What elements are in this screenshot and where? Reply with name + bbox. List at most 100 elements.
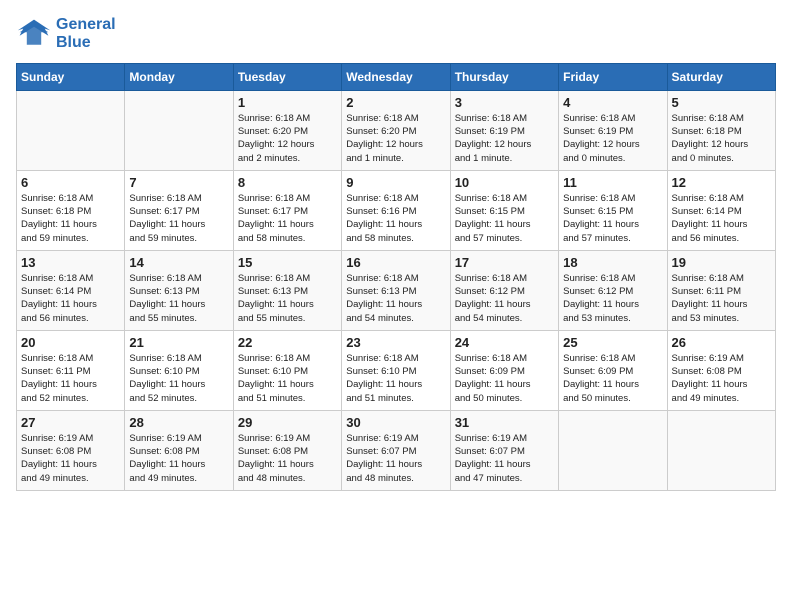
- calendar-cell: 31 Sunrise: 6:19 AM Sunset: 6:07 PM Dayli…: [450, 410, 558, 490]
- calendar-cell: [667, 410, 775, 490]
- calendar-cell: 8 Sunrise: 6:18 AM Sunset: 6:17 PM Daylig…: [233, 170, 341, 250]
- day-info: Sunrise: 6:18 AM Sunset: 6:14 PM Dayligh…: [672, 192, 771, 245]
- day-number: 31: [455, 415, 554, 430]
- calendar-cell: 21 Sunrise: 6:18 AM Sunset: 6:10 PM Dayli…: [125, 330, 233, 410]
- calendar-week-4: 20 Sunrise: 6:18 AM Sunset: 6:11 PM Dayli…: [17, 330, 776, 410]
- day-info: Sunrise: 6:18 AM Sunset: 6:18 PM Dayligh…: [672, 112, 771, 165]
- weekday-header-tuesday: Tuesday: [233, 63, 341, 90]
- day-number: 1: [238, 95, 337, 110]
- weekday-header-saturday: Saturday: [667, 63, 775, 90]
- calendar-cell: [559, 410, 667, 490]
- day-info: Sunrise: 6:19 AM Sunset: 6:08 PM Dayligh…: [129, 432, 228, 485]
- day-info: Sunrise: 6:18 AM Sunset: 6:17 PM Dayligh…: [238, 192, 337, 245]
- calendar-cell: 24Sunrise: 6:18 AM Sunset: 6:09 PM Dayli…: [450, 330, 558, 410]
- weekday-header-monday: Monday: [125, 63, 233, 90]
- calendar-cell: 15 Sunrise: 6:18 AM Sunset: 6:13 PM Dayli…: [233, 250, 341, 330]
- day-info: Sunrise: 6:18 AM Sunset: 6:13 PM Dayligh…: [238, 272, 337, 325]
- day-number: 9: [346, 175, 445, 190]
- day-info: Sunrise: 6:18 AM Sunset: 6:10 PM Dayligh…: [238, 352, 337, 405]
- calendar-cell: [125, 90, 233, 170]
- day-number: 15: [238, 255, 337, 270]
- calendar-cell: 4 Sunrise: 6:18 AM Sunset: 6:19 PM Daylig…: [559, 90, 667, 170]
- day-number: 21: [129, 335, 228, 350]
- day-info: Sunrise: 6:18 AM Sunset: 6:11 PM Dayligh…: [21, 352, 120, 405]
- day-number: 8: [238, 175, 337, 190]
- calendar-cell: 6Sunrise: 6:18 AM Sunset: 6:18 PM Daylig…: [17, 170, 125, 250]
- day-info: Sunrise: 6:19 AM Sunset: 6:08 PM Dayligh…: [238, 432, 337, 485]
- day-number: 3: [455, 95, 554, 110]
- calendar-cell: 16 Sunrise: 6:18 AM Sunset: 6:13 PM Dayli…: [342, 250, 450, 330]
- day-info: Sunrise: 6:18 AM Sunset: 6:12 PM Dayligh…: [455, 272, 554, 325]
- calendar-cell: 13 Sunrise: 6:18 AM Sunset: 6:14 PM Dayli…: [17, 250, 125, 330]
- day-info: Sunrise: 6:18 AM Sunset: 6:15 PM Dayligh…: [455, 192, 554, 245]
- weekday-header-friday: Friday: [559, 63, 667, 90]
- calendar-cell: 10 Sunrise: 6:18 AM Sunset: 6:15 PM Dayli…: [450, 170, 558, 250]
- calendar-cell: 12 Sunrise: 6:18 AM Sunset: 6:14 PM Dayli…: [667, 170, 775, 250]
- calendar-cell: 11 Sunrise: 6:18 AM Sunset: 6:15 PM Dayli…: [559, 170, 667, 250]
- day-number: 23: [346, 335, 445, 350]
- calendar-cell: 30Sunrise: 6:19 AM Sunset: 6:07 PM Dayli…: [342, 410, 450, 490]
- calendar-week-1: 1 Sunrise: 6:18 AM Sunset: 6:20 PM Daylig…: [17, 90, 776, 170]
- calendar-cell: 5 Sunrise: 6:18 AM Sunset: 6:18 PM Daylig…: [667, 90, 775, 170]
- calendar-cell: 26 Sunrise: 6:19 AM Sunset: 6:08 PM Dayli…: [667, 330, 775, 410]
- calendar-table: SundayMondayTuesdayWednesdayThursdayFrid…: [16, 63, 776, 491]
- day-info: Sunrise: 6:18 AM Sunset: 6:16 PM Dayligh…: [346, 192, 445, 245]
- weekday-header-wednesday: Wednesday: [342, 63, 450, 90]
- day-info: Sunrise: 6:19 AM Sunset: 6:07 PM Dayligh…: [455, 432, 554, 485]
- day-number: 16: [346, 255, 445, 270]
- day-number: 5: [672, 95, 771, 110]
- day-number: 17: [455, 255, 554, 270]
- day-number: 12: [672, 175, 771, 190]
- calendar-cell: 18 Sunrise: 6:18 AM Sunset: 6:12 PM Dayli…: [559, 250, 667, 330]
- day-info: Sunrise: 6:18 AM Sunset: 6:12 PM Dayligh…: [563, 272, 662, 325]
- calendar-cell: 22 Sunrise: 6:18 AM Sunset: 6:10 PM Dayli…: [233, 330, 341, 410]
- weekday-header-thursday: Thursday: [450, 63, 558, 90]
- day-number: 19: [672, 255, 771, 270]
- logo-text: General Blue: [56, 16, 116, 53]
- day-info: Sunrise: 6:18 AM Sunset: 6:15 PM Dayligh…: [563, 192, 662, 245]
- day-number: 29: [238, 415, 337, 430]
- day-number: 14: [129, 255, 228, 270]
- day-info: Sunrise: 6:19 AM Sunset: 6:08 PM Dayligh…: [672, 352, 771, 405]
- day-number: 20: [21, 335, 120, 350]
- weekday-header-sunday: Sunday: [17, 63, 125, 90]
- calendar-cell: 20 Sunrise: 6:18 AM Sunset: 6:11 PM Dayli…: [17, 330, 125, 410]
- day-number: 22: [238, 335, 337, 350]
- day-number: 18: [563, 255, 662, 270]
- day-info: Sunrise: 6:18 AM Sunset: 6:20 PM Dayligh…: [238, 112, 337, 165]
- calendar-body: 1 Sunrise: 6:18 AM Sunset: 6:20 PM Daylig…: [17, 90, 776, 490]
- day-number: 11: [563, 175, 662, 190]
- calendar-cell: 27Sunrise: 6:19 AM Sunset: 6:08 PM Dayli…: [17, 410, 125, 490]
- calendar-cell: 3Sunrise: 6:18 AM Sunset: 6:19 PM Daylig…: [450, 90, 558, 170]
- day-info: Sunrise: 6:18 AM Sunset: 6:10 PM Dayligh…: [129, 352, 228, 405]
- day-number: 30: [346, 415, 445, 430]
- day-number: 25: [563, 335, 662, 350]
- calendar-cell: 1 Sunrise: 6:18 AM Sunset: 6:20 PM Daylig…: [233, 90, 341, 170]
- day-info: Sunrise: 6:18 AM Sunset: 6:14 PM Dayligh…: [21, 272, 120, 325]
- day-number: 10: [455, 175, 554, 190]
- calendar-cell: 2 Sunrise: 6:18 AM Sunset: 6:20 PM Daylig…: [342, 90, 450, 170]
- logo-icon: [16, 16, 52, 52]
- calendar-cell: 29 Sunrise: 6:19 AM Sunset: 6:08 PM Dayli…: [233, 410, 341, 490]
- day-number: 2: [346, 95, 445, 110]
- calendar-cell: 14Sunrise: 6:18 AM Sunset: 6:13 PM Dayli…: [125, 250, 233, 330]
- day-info: Sunrise: 6:18 AM Sunset: 6:13 PM Dayligh…: [346, 272, 445, 325]
- day-info: Sunrise: 6:18 AM Sunset: 6:20 PM Dayligh…: [346, 112, 445, 165]
- day-number: 28: [129, 415, 228, 430]
- calendar-cell: 25Sunrise: 6:18 AM Sunset: 6:09 PM Dayli…: [559, 330, 667, 410]
- day-number: 24: [455, 335, 554, 350]
- calendar-cell: 19 Sunrise: 6:18 AM Sunset: 6:11 PM Dayli…: [667, 250, 775, 330]
- day-info: Sunrise: 6:18 AM Sunset: 6:19 PM Dayligh…: [563, 112, 662, 165]
- calendar-week-5: 27Sunrise: 6:19 AM Sunset: 6:08 PM Dayli…: [17, 410, 776, 490]
- day-number: 26: [672, 335, 771, 350]
- logo: General Blue: [16, 16, 116, 53]
- day-number: 13: [21, 255, 120, 270]
- calendar-cell: 23Sunrise: 6:18 AM Sunset: 6:10 PM Dayli…: [342, 330, 450, 410]
- calendar-cell: [17, 90, 125, 170]
- day-number: 4: [563, 95, 662, 110]
- calendar-cell: 9 Sunrise: 6:18 AM Sunset: 6:16 PM Daylig…: [342, 170, 450, 250]
- calendar-week-2: 6Sunrise: 6:18 AM Sunset: 6:18 PM Daylig…: [17, 170, 776, 250]
- calendar-cell: 17 Sunrise: 6:18 AM Sunset: 6:12 PM Dayli…: [450, 250, 558, 330]
- page-header: General Blue: [16, 16, 776, 53]
- day-info: Sunrise: 6:18 AM Sunset: 6:11 PM Dayligh…: [672, 272, 771, 325]
